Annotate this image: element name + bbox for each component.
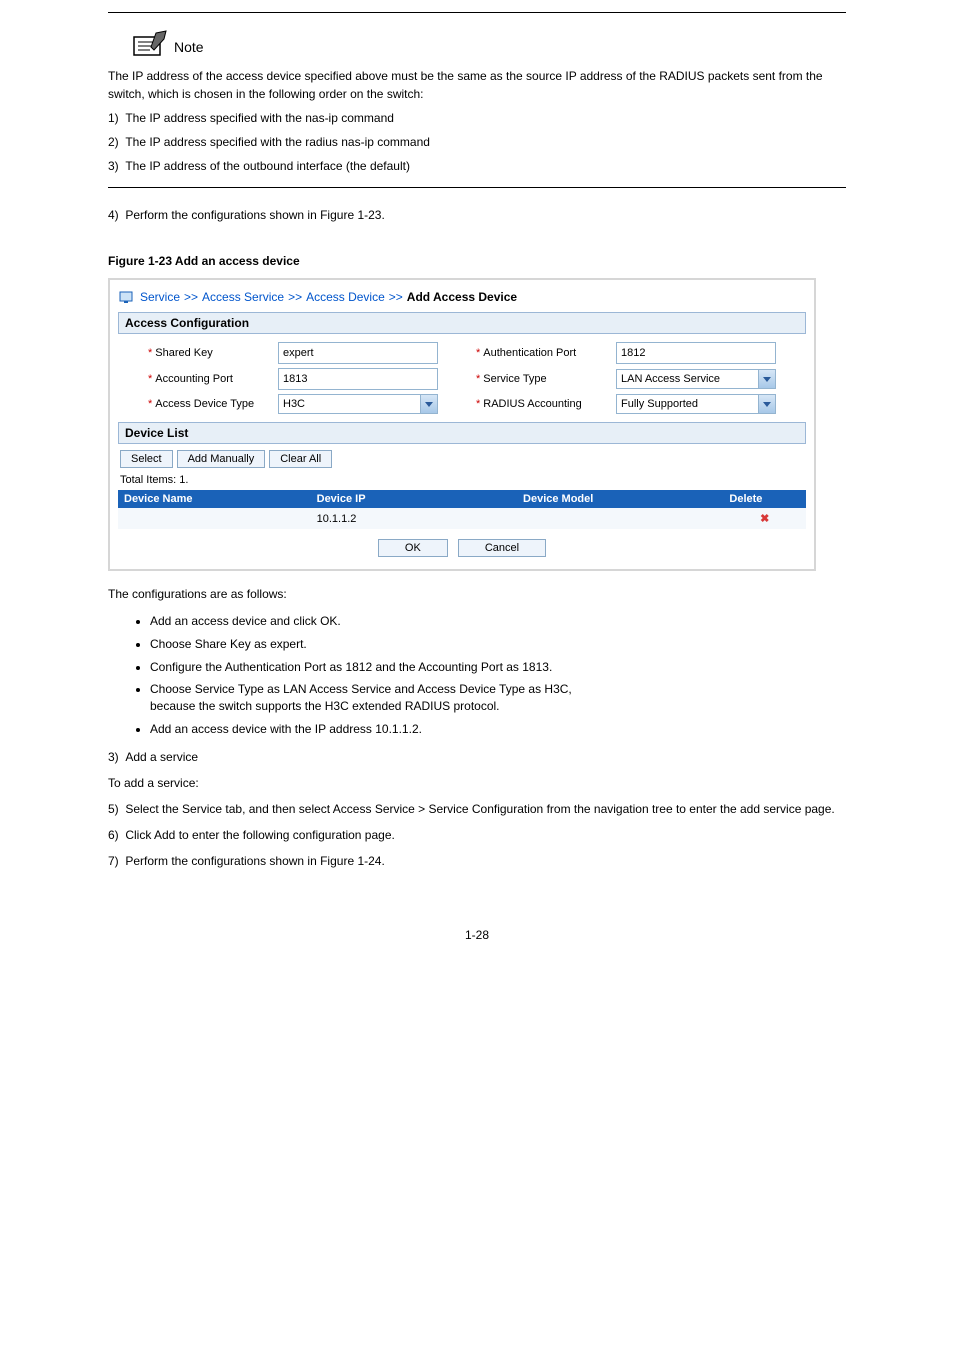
note-icon [132,29,168,59]
note-line: The IP address of the access device spec… [108,67,846,103]
step-line: 4) Perform the configurations shown in F… [108,208,846,222]
select-device-type[interactable]: H3C [278,394,438,414]
note-line: 2) The IP address specified with the rad… [108,133,846,151]
breadcrumb-sep: >> [184,290,198,304]
breadcrumb-current: Add Access Device [407,290,517,304]
note-line: 1) The IP address specified with the nas… [108,109,846,127]
input-accounting-port[interactable] [278,368,438,390]
note-line: 3) The IP address of the outbound interf… [108,157,846,175]
table-row: 10.1.1.2 ✖ [118,508,806,529]
label-auth-port: *Authentication Port [452,347,602,359]
note-body: The IP address of the access device spec… [108,67,846,175]
body-text: 5) Select the Service tab, and then sele… [108,802,846,816]
list-item: Add an access device with the IP address… [150,721,846,738]
col-delete: Delete [723,490,806,508]
figure-caption: Figure 1-23 Add an access device [108,254,846,268]
input-auth-port[interactable] [616,342,776,364]
delete-row-button[interactable]: ✖ [723,508,806,529]
ok-button[interactable]: OK [378,539,448,557]
device-table: Device Name Device IP Device Model Delet… [118,490,806,529]
chevron-down-icon [758,395,775,413]
panel-title-device-list: Device List [118,422,806,444]
device-icon [118,288,136,306]
cell-device-model [517,508,723,529]
note-label: Note [174,39,204,55]
panel-title-access-config: Access Configuration [118,312,806,334]
cell-device-name [118,508,311,529]
cell-device-ip: 10.1.1.2 [311,508,517,529]
list-item: Choose Service Type as LAN Access Servic… [150,681,846,715]
chevron-down-icon [420,395,437,413]
breadcrumb: Service >> Access Service >> Access Devi… [118,288,806,306]
select-button[interactable]: Select [120,450,173,468]
body-text: The configurations are as follows: [108,587,846,601]
breadcrumb-item[interactable]: Service [140,290,180,304]
label-accounting-port: *Accounting Port [124,373,264,385]
col-device-ip: Device IP [311,490,517,508]
device-list-toolbar: Select Add Manually Clear All [120,450,804,468]
access-config-form: *Shared Key *Authentication Port *Accoun… [124,342,800,414]
page-number: 1-28 [108,928,846,942]
label-device-type: *Access Device Type [124,398,264,410]
add-manually-button[interactable]: Add Manually [177,450,266,468]
breadcrumb-item[interactable]: Access Service [202,290,284,304]
label-shared-key: *Shared Key [124,347,264,359]
body-text: To add a service: [108,776,846,790]
select-service-type[interactable]: LAN Access Service [616,369,776,389]
label-service-type: *Service Type [452,373,602,385]
section-heading: 3) Add a service [108,750,846,764]
col-device-model: Device Model [517,490,723,508]
breadcrumb-item[interactable]: Access Device [306,290,385,304]
dialog-buttons: OK Cancel [118,539,806,557]
add-access-device-dialog: Service >> Access Service >> Access Devi… [108,278,816,571]
chevron-down-icon [758,370,775,388]
breadcrumb-sep: >> [389,290,403,304]
config-list: Add an access device and click OK. Choos… [108,613,846,738]
note-callout: Note [132,29,846,59]
input-shared-key[interactable] [278,342,438,364]
clear-all-button[interactable]: Clear All [269,450,332,468]
breadcrumb-sep: >> [288,290,302,304]
label-radius-accounting: *RADIUS Accounting [452,398,602,410]
list-item: Add an access device and click OK. [150,613,846,630]
total-items: Total Items: 1. [120,474,804,486]
col-device-name: Device Name [118,490,311,508]
list-item: Choose Share Key as expert. [150,636,846,653]
cancel-button[interactable]: Cancel [458,539,546,557]
list-item: Configure the Authentication Port as 181… [150,659,846,676]
body-text: 6) Click Add to enter the following conf… [108,828,846,842]
body-text: 7) Perform the configurations shown in F… [108,854,846,868]
select-radius-accounting[interactable]: Fully Supported [616,394,776,414]
